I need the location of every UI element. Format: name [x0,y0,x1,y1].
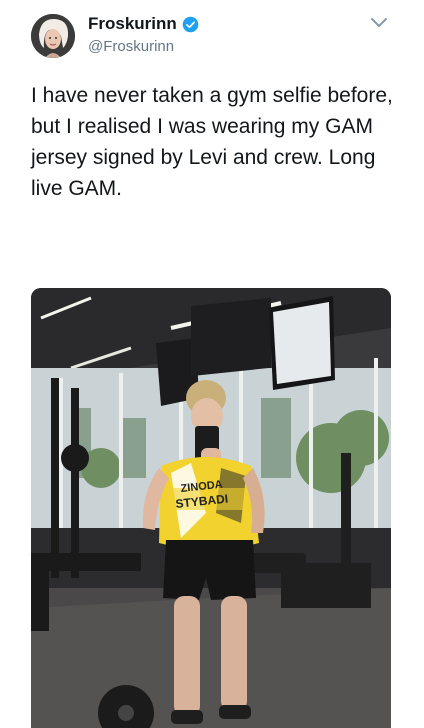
author-display-name[interactable]: Froskurinn [88,14,177,34]
tweet-text: I have never taken a gym selfie before, … [31,84,393,200]
tweet-photo[interactable]: ZINODA STYBADI [31,288,391,728]
avatar-icon [31,14,75,58]
avatar[interactable] [31,14,75,58]
tweet-header: Froskurinn @Froskurinn [0,0,424,70]
chevron-down-icon[interactable] [370,17,388,29]
gym-selfie-image: ZINODA STYBADI [31,288,391,728]
author-name-row[interactable]: Froskurinn [88,14,199,34]
author-handle[interactable]: @Froskurinn [88,38,174,55]
verified-badge-icon [182,16,199,32]
